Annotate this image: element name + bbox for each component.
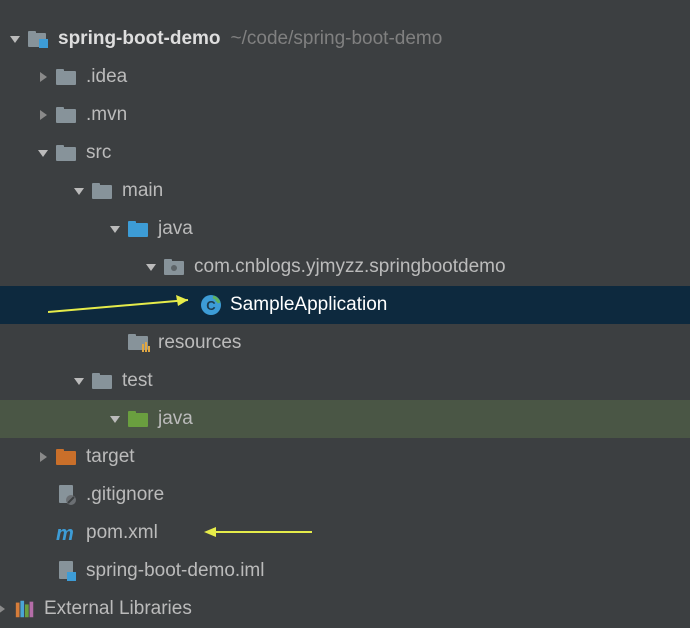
annotation-arrow-icon — [202, 522, 322, 542]
tree-item-pom[interactable]: m pom.xml — [0, 514, 690, 552]
root-path: ~/code/spring-boot-demo — [231, 28, 443, 50]
chevron-down-icon[interactable] — [72, 374, 86, 388]
node-label: resources — [158, 332, 241, 354]
node-label: java — [158, 408, 193, 430]
resources-folder-icon — [128, 332, 150, 354]
project-tree[interactable]: spring-boot-demo ~/code/spring-boot-demo… — [0, 0, 690, 628]
tree-item-sample-application[interactable]: C SampleApplication — [0, 286, 690, 324]
tree-item-gitignore[interactable]: .gitignore — [0, 476, 690, 514]
tree-item-root[interactable]: spring-boot-demo ~/code/spring-boot-demo — [0, 20, 690, 58]
chevron-right-icon[interactable] — [36, 70, 50, 84]
tree-item-java-main[interactable]: java — [0, 210, 690, 248]
chevron-right-icon[interactable] — [36, 450, 50, 464]
tree-item-iml[interactable]: spring-boot-demo.iml — [0, 552, 690, 590]
chevron-down-icon[interactable] — [8, 32, 22, 46]
excluded-folder-icon — [56, 446, 78, 468]
tree-item-test[interactable]: test — [0, 362, 690, 400]
tree-item-external-libraries[interactable]: External Libraries — [0, 590, 690, 628]
node-label: target — [86, 446, 135, 468]
tree-item-idea[interactable]: .idea — [0, 58, 690, 96]
tree-item-src[interactable]: src — [0, 134, 690, 172]
chevron-right-icon[interactable] — [36, 108, 50, 122]
tree-item-package[interactable]: com.cnblogs.yjmyzz.springbootdemo — [0, 248, 690, 286]
node-label: com.cnblogs.yjmyzz.springbootdemo — [194, 256, 506, 278]
chevron-down-icon[interactable] — [108, 412, 122, 426]
library-icon — [14, 598, 36, 620]
tree-item-resources[interactable]: resources — [0, 324, 690, 362]
gitignore-file-icon — [56, 484, 78, 506]
chevron-down-icon[interactable] — [36, 146, 50, 160]
root-name: spring-boot-demo — [58, 28, 221, 50]
chevron-right-icon[interactable] — [0, 602, 8, 616]
tree-item-java-test[interactable]: java — [0, 400, 690, 438]
folder-icon — [92, 370, 114, 392]
node-label: External Libraries — [44, 598, 192, 620]
node-label: .gitignore — [86, 484, 164, 506]
folder-icon — [92, 180, 114, 202]
node-label: SampleApplication — [230, 294, 387, 316]
svg-text:C: C — [206, 298, 216, 313]
source-folder-icon — [128, 218, 150, 240]
chevron-down-icon[interactable] — [108, 222, 122, 236]
folder-icon — [56, 104, 78, 126]
module-folder-icon — [28, 28, 50, 50]
node-label: test — [122, 370, 153, 392]
annotation-arrow-icon — [48, 292, 208, 318]
node-label: pom.xml — [86, 522, 158, 544]
folder-icon — [56, 66, 78, 88]
tree-item-mvn[interactable]: .mvn — [0, 96, 690, 134]
node-label: main — [122, 180, 163, 202]
chevron-down-icon[interactable] — [72, 184, 86, 198]
svg-text:m: m — [56, 523, 74, 544]
node-label: java — [158, 218, 193, 240]
java-class-run-icon: C — [200, 294, 222, 316]
chevron-down-icon[interactable] — [144, 260, 158, 274]
node-label: src — [86, 142, 111, 164]
test-folder-icon — [128, 408, 150, 430]
tree-item-main[interactable]: main — [0, 172, 690, 210]
iml-file-icon — [56, 560, 78, 582]
folder-icon — [56, 142, 78, 164]
maven-file-icon: m — [56, 522, 78, 544]
package-icon — [164, 256, 186, 278]
node-label: spring-boot-demo.iml — [86, 560, 264, 582]
node-label: .mvn — [86, 104, 127, 126]
tree-item-target[interactable]: target — [0, 438, 690, 476]
node-label: .idea — [86, 66, 127, 88]
